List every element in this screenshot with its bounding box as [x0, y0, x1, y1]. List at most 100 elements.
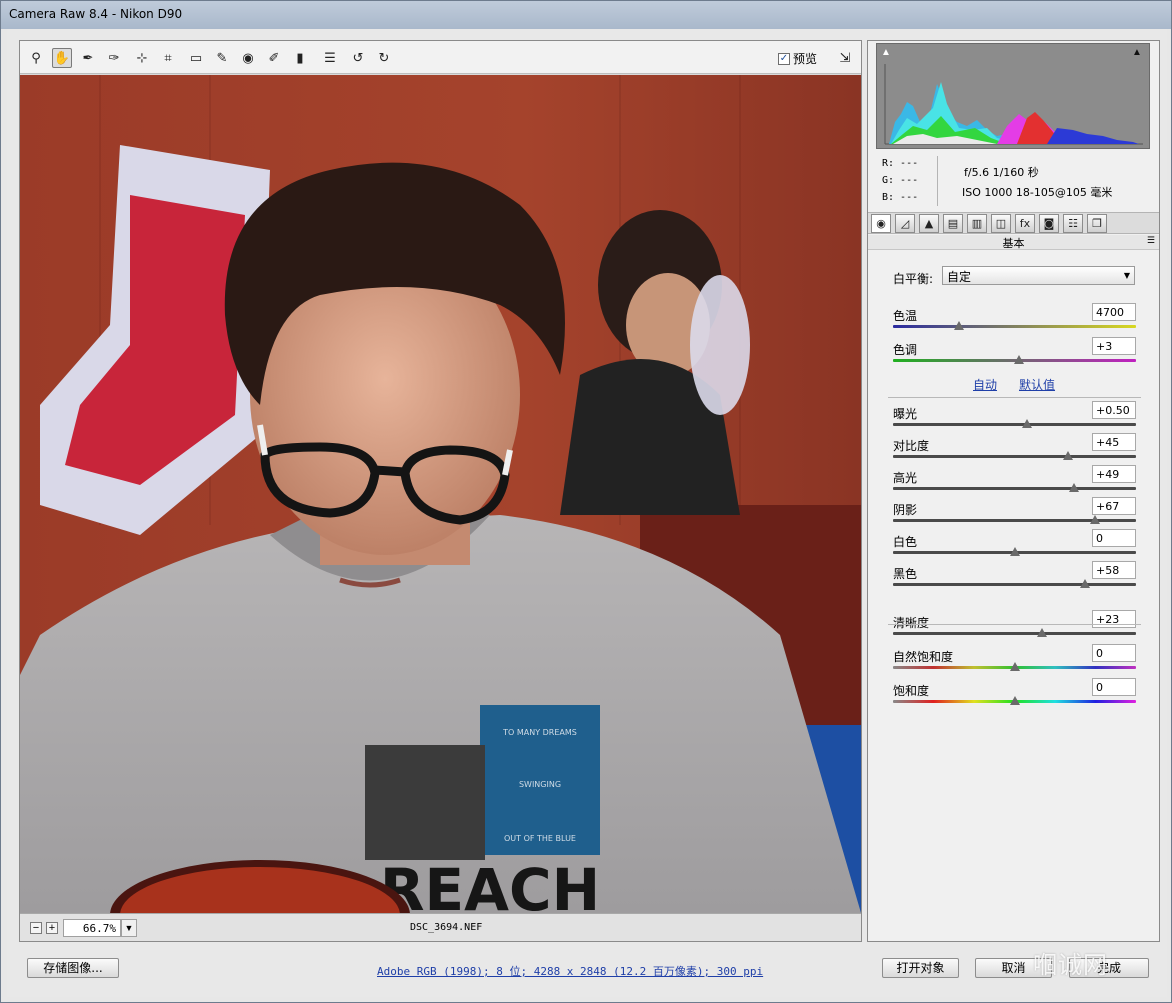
spot-removal-icon[interactable]: ✎ [212, 48, 232, 68]
open-object-button[interactable]: 打开对象 [882, 958, 959, 978]
zoom-out-button[interactable]: − [30, 922, 42, 934]
fullscreen-icon[interactable]: ⇲ [835, 48, 855, 68]
slider-track[interactable] [893, 632, 1136, 635]
slider-value-field[interactable]: 0 [1092, 678, 1136, 696]
slider-label: 对比度 [893, 439, 930, 453]
zoom-level-field[interactable]: 66.7% [63, 919, 121, 937]
preview-checkbox-box[interactable]: ✓ [778, 52, 790, 65]
slider-track[interactable] [893, 487, 1136, 490]
tab-effects-icon[interactable]: fx [1015, 214, 1035, 233]
slider-row: 黑色 +58 [893, 561, 1136, 597]
shirt-small-text-1: TO MANY DREAMS [502, 728, 577, 737]
slider-thumb[interactable] [1014, 355, 1025, 364]
preview-checkbox[interactable]: ✓ 预览 [778, 50, 817, 67]
tab-basic-icon[interactable]: ◉ [871, 214, 891, 233]
white-balance-icon[interactable]: ✒ [78, 48, 98, 68]
slider-thumb[interactable] [1037, 628, 1048, 637]
preview-image[interactable]: TO MANY DREAMS SWINGING OUT OF THE BLUE … [20, 75, 861, 913]
tab-camera-calibration-icon[interactable]: ◙ [1039, 214, 1059, 233]
slider-label: 清晰度 [893, 616, 930, 630]
slider-value-field[interactable]: +0.50 [1092, 401, 1136, 419]
slider-thumb[interactable] [1062, 451, 1073, 460]
rotate-cw-icon[interactable]: ↻ [374, 48, 394, 68]
slider-thumb[interactable] [1079, 579, 1090, 588]
white-balance-label: 白平衡: [893, 272, 934, 286]
slider-track[interactable] [893, 325, 1136, 328]
slider-track[interactable] [893, 583, 1136, 586]
slider-thumb[interactable] [1069, 483, 1080, 492]
hand-icon[interactable]: ✋ [52, 48, 72, 68]
info-divider [937, 156, 938, 206]
slider-label: 自然饱和度 [893, 650, 954, 664]
slider-value-field[interactable]: +67 [1092, 497, 1136, 515]
preview-pane: ⚲ ✋ ✒ ✑ ⊹ ⌗ ▭ ✎ ◉ ✐ ▮ ☰ ↺ ↻ ✓ 预览 ⇲ TO MA… [19, 40, 862, 942]
exif-iso-lens: ISO 1000 18-105@105 毫米 [962, 186, 1113, 199]
slider-label: 色调 [893, 343, 918, 357]
image-info: R: --- G: --- B: --- f/5.6 1/160 秒 ISO 1… [876, 154, 1150, 210]
slider-row: 色温 4700 [893, 303, 1136, 339]
tab-hsl-icon[interactable]: ▤ [943, 214, 963, 233]
slider-thumb[interactable] [1021, 419, 1032, 428]
slider-label: 曝光 [893, 407, 918, 421]
zoom-icon[interactable]: ⚲ [26, 48, 46, 68]
slider-thumb[interactable] [1009, 696, 1020, 705]
shirt-text-reach: REACH [380, 856, 600, 913]
white-balance-select[interactable]: 自定 ▼ [942, 266, 1135, 285]
workflow-options-link[interactable]: Adobe RGB (1998); 8 位; 4288 x 2848 (12.2… [377, 963, 763, 979]
save-image-button[interactable]: 存储图像... [27, 958, 119, 978]
tab-split-toning-icon[interactable]: ▥ [967, 214, 987, 233]
adjustment-brush-icon[interactable]: ✐ [264, 48, 284, 68]
tool-bar: ⚲ ✋ ✒ ✑ ⊹ ⌗ ▭ ✎ ◉ ✐ ▮ ☰ ↺ ↻ ✓ 预览 ⇲ [20, 41, 861, 74]
tab-snapshots-icon[interactable]: ❐ [1087, 214, 1107, 233]
shadow-clip-warning-icon[interactable]: ▲ [881, 47, 892, 58]
targeted-adjust-icon[interactable]: ⊹ [132, 48, 152, 68]
default-link[interactable]: 默认值 [1019, 376, 1055, 393]
graduated-filter-icon[interactable]: ▮ [290, 48, 310, 68]
adjustments-panel: ▲ ▲ R: --- G: --- B: --- f/5.6 1/160 秒 I… [867, 40, 1160, 942]
tab-tone-curve-icon[interactable]: ◿ [895, 214, 915, 233]
slider-thumb[interactable] [953, 321, 964, 330]
slider-thumb[interactable] [1009, 662, 1020, 671]
zoom-in-button[interactable]: + [46, 922, 58, 934]
slider-label: 饱和度 [893, 684, 930, 698]
photo-illustration: TO MANY DREAMS SWINGING OUT OF THE BLUE … [20, 75, 861, 913]
section-title: 基本 ☰ [868, 235, 1159, 250]
histogram: ▲ ▲ [876, 43, 1150, 149]
status-bar: − + 66.7% ▼ DSC_3694.NEF [20, 913, 861, 941]
tab-detail-icon[interactable]: ▲ [919, 214, 939, 233]
slider-track[interactable] [893, 423, 1136, 426]
slider-value-field[interactable]: 4700 [1092, 303, 1136, 321]
section-title-label: 基本 [1002, 237, 1025, 250]
slider-value-field[interactable]: +45 [1092, 433, 1136, 451]
slider-label: 高光 [893, 471, 918, 485]
panel-tabs: ◉ ◿ ▲ ▤ ▥ ◫ fx ◙ ☷ ❐ [868, 212, 1159, 234]
slider-thumb[interactable] [1089, 515, 1100, 524]
slider-row: 色调 +3 [893, 337, 1136, 373]
section-menu-icon[interactable]: ☰ [1147, 236, 1155, 246]
slider-value-field[interactable]: 0 [1092, 529, 1136, 547]
straighten-icon[interactable]: ▭ [186, 48, 206, 68]
rotate-ccw-icon[interactable]: ↺ [348, 48, 368, 68]
slider-value-field[interactable]: +49 [1092, 465, 1136, 483]
shirt-small-text-3: OUT OF THE BLUE [504, 834, 576, 843]
readout-r: R: --- [882, 158, 919, 169]
shirt-small-text-2: SWINGING [519, 780, 561, 789]
slider-value-field[interactable]: +23 [1092, 610, 1136, 628]
zoom-dropdown[interactable]: ▼ [121, 919, 137, 937]
auto-link[interactable]: 自动 [973, 376, 997, 393]
slider-value-field[interactable]: 0 [1092, 644, 1136, 662]
slider-value-field[interactable]: +3 [1092, 337, 1136, 355]
slider-thumb[interactable] [1009, 547, 1020, 556]
color-sampler-icon[interactable]: ✑ [104, 48, 124, 68]
tab-lens-corrections-icon[interactable]: ◫ [991, 214, 1011, 233]
list-icon[interactable]: ☰ [320, 48, 340, 68]
crop-icon[interactable]: ⌗ [158, 48, 178, 68]
slider-label: 色温 [893, 309, 918, 323]
slider-label: 阴影 [893, 503, 918, 517]
tab-presets-icon[interactable]: ☷ [1063, 214, 1083, 233]
readout-b: B: --- [882, 192, 919, 203]
red-eye-icon[interactable]: ◉ [238, 48, 258, 68]
slider-value-field[interactable]: +58 [1092, 561, 1136, 579]
slider-track[interactable] [893, 455, 1136, 458]
highlight-clip-warning-icon[interactable]: ▲ [1132, 47, 1143, 58]
